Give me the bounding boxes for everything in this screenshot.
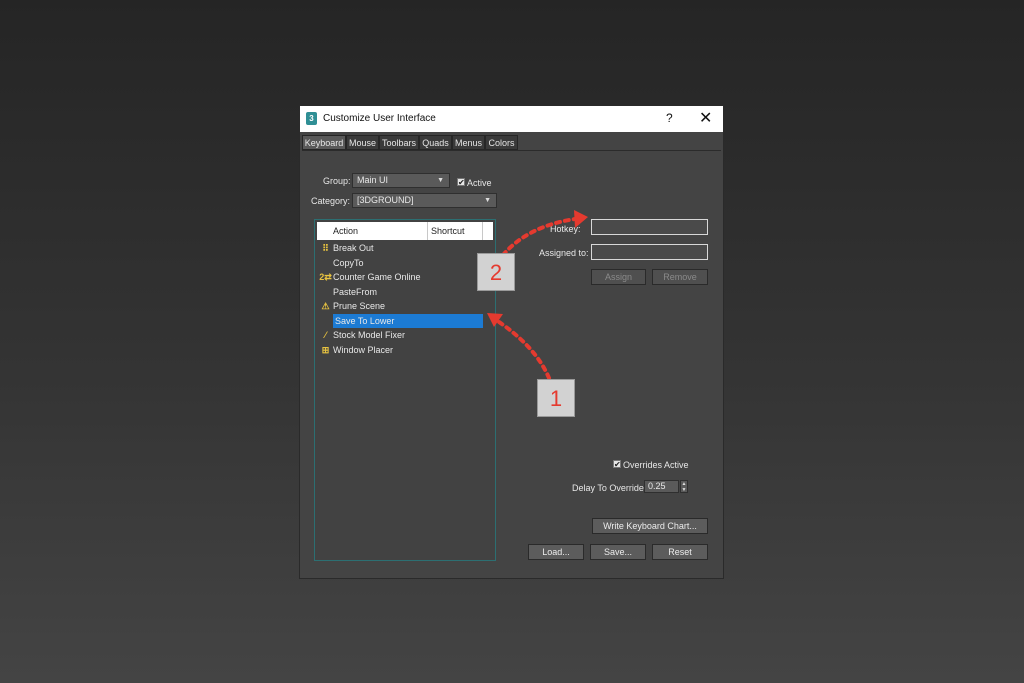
title-bar[interactable]: 3 Customize User Interface ? ✕ (300, 106, 723, 132)
overrides-active-checkbox[interactable]: ✔ (613, 460, 621, 469)
assign-button[interactable]: Assign (591, 269, 646, 285)
tab-menus[interactable]: Menus (452, 135, 485, 150)
list-item[interactable]: ⊞ Window Placer (317, 343, 493, 357)
list-item[interactable]: CopyTo (317, 256, 493, 270)
tab-colors[interactable]: Colors (485, 135, 518, 150)
active-checkbox[interactable]: ✔ (457, 178, 465, 187)
column-divider[interactable] (427, 222, 428, 240)
column-divider[interactable] (482, 222, 483, 240)
hotkey-label: Hotkey: (550, 224, 581, 234)
assigned-to-label: Assigned to: (539, 248, 589, 258)
load-button[interactable]: Load... (528, 544, 584, 560)
tab-keyboard[interactable]: Keyboard (302, 135, 346, 150)
warning-icon: ⚠ (321, 301, 330, 311)
window-title: Customize User Interface (323, 113, 436, 124)
dotted-grid-icon: ⠿ (322, 243, 329, 253)
tab-toolbars[interactable]: Toolbars (379, 135, 419, 150)
delay-spinner[interactable]: 0.25 (644, 480, 679, 493)
list-item[interactable]: ⠿ Break Out (317, 241, 493, 255)
list-header: Action Shortcut (317, 222, 493, 240)
group-dropdown[interactable]: Main UI ▼ (352, 173, 450, 188)
wand-icon: ⁄ (324, 330, 327, 340)
list-item[interactable]: ⚠ Prune Scene (317, 299, 493, 313)
category-dropdown[interactable]: [3DGROUND] ▼ (352, 193, 497, 208)
callout-2: 2 (477, 253, 515, 291)
keyboard-panel: Group: Main UI ▼ ✔ Active Category: [3DG… (302, 150, 721, 576)
window-grid-icon: ⊞ (321, 344, 330, 355)
help-button[interactable]: ? (666, 111, 673, 125)
list-item[interactable]: 2⇄ Counter Game Online (317, 270, 493, 284)
list-item-selected[interactable]: Save To Lower (317, 313, 493, 328)
chevron-down-icon: ▼ (484, 197, 491, 204)
group-value: Main UI (357, 175, 389, 185)
delay-label: Delay To Override: (572, 483, 647, 493)
list-item[interactable]: PasteFrom (317, 285, 493, 299)
tab-mouse[interactable]: Mouse (346, 135, 379, 150)
overrides-active-label: Overrides Active (623, 460, 689, 470)
write-keyboard-chart-button[interactable]: Write Keyboard Chart... (592, 518, 708, 534)
column-shortcut[interactable]: Shortcut (431, 226, 465, 236)
group-label: Group: (323, 176, 351, 186)
close-button[interactable]: ✕ (699, 108, 712, 128)
list-item[interactable]: ⁄ Stock Model Fixer (317, 328, 493, 342)
callout-1: 1 (537, 379, 575, 417)
tab-quads[interactable]: Quads (419, 135, 452, 150)
assigned-to-field (591, 244, 708, 260)
save-button[interactable]: Save... (590, 544, 646, 560)
customize-ui-dialog: 3 Customize User Interface ? ✕ Keyboard … (299, 105, 724, 579)
remove-button[interactable]: Remove (652, 269, 708, 285)
spinner-arrows-icon[interactable]: ▲ ▼ (680, 480, 688, 493)
hotkey-input[interactable] (591, 219, 708, 235)
chevron-down-icon: ▼ (437, 177, 444, 184)
two-arrows-icon: 2⇄ (319, 272, 332, 282)
action-list[interactable]: Action Shortcut ⠿ Break Out CopyTo 2⇄ Co… (314, 219, 496, 561)
column-action[interactable]: Action (333, 226, 358, 236)
active-label: Active (467, 178, 492, 188)
category-value: [3DGROUND] (357, 195, 414, 205)
app-icon: 3 (306, 112, 317, 125)
category-label: Category: (311, 196, 351, 206)
reset-button[interactable]: Reset (652, 544, 708, 560)
